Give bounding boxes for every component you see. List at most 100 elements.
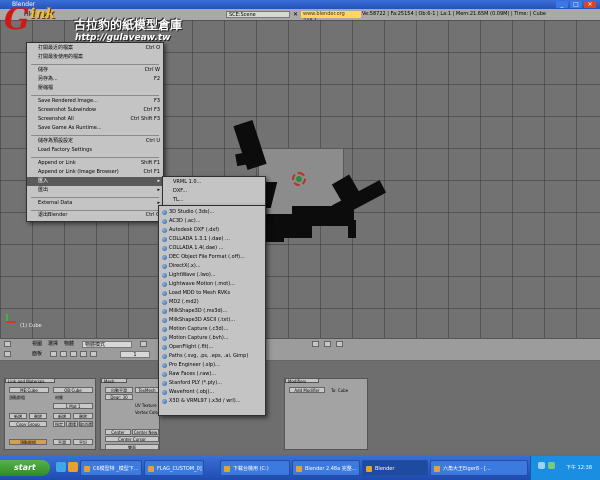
menu-view[interactable]: 視圖 bbox=[32, 339, 42, 349]
import-script-item[interactable]: OpenFlight (.flt)... bbox=[159, 343, 265, 352]
ie-icon[interactable] bbox=[56, 462, 66, 472]
menu-item-append-link[interactable]: Append or Link Shift F1 bbox=[27, 159, 163, 168]
menu-item-external-data[interactable]: External Data ▸ bbox=[27, 199, 163, 208]
maximize-icon[interactable]: □ bbox=[570, 1, 582, 8]
close-icon[interactable]: ✕ bbox=[584, 1, 596, 8]
import-script-item[interactable]: Raw Faces (.raw)... bbox=[159, 370, 265, 379]
import-script-item[interactable]: Wavefront (.obj)... bbox=[159, 388, 265, 397]
minimize-icon[interactable]: _ bbox=[556, 1, 568, 8]
menu-item-save-rendered-image[interactable]: Save Rendered Image... F3 bbox=[27, 97, 163, 106]
taskbar-item[interactable]: Blender 2.48a 完整... bbox=[292, 460, 360, 476]
blender-url[interactable]: www.blender.org 248.1 bbox=[301, 11, 361, 24]
menu-item-export[interactable]: 匯出 ▸ bbox=[27, 186, 163, 195]
object-icon[interactable] bbox=[80, 351, 87, 357]
import-script-item[interactable]: LightWave (.lwo)... bbox=[159, 271, 265, 280]
menu-item-save-default[interactable]: 儲存為預設設定 Ctrl U bbox=[27, 137, 163, 146]
import-script-item[interactable]: COLLADA 1.4(.dae) ... bbox=[159, 244, 265, 253]
draw-type-icon[interactable] bbox=[140, 341, 147, 347]
render-icon[interactable] bbox=[324, 341, 331, 347]
mode-selector[interactable]: 物體模式 bbox=[82, 341, 132, 348]
panel-tab[interactable]: Link and Materials bbox=[5, 378, 55, 384]
menu-object[interactable]: 物體 bbox=[64, 339, 74, 349]
set-solid-button[interactable]: 平坦 bbox=[73, 439, 93, 445]
taskbar-item[interactable]: C6模型特 _模型下... bbox=[80, 460, 142, 476]
import-script-item[interactable]: Paths (.svg, .ps, .eps, .ai, Gimp) bbox=[159, 352, 265, 361]
folder-icon[interactable] bbox=[68, 462, 78, 472]
scene-selector[interactable]: SCE:Scene bbox=[226, 11, 290, 18]
editor-type-icon[interactable] bbox=[4, 351, 11, 357]
editing-icon[interactable] bbox=[90, 351, 97, 357]
copy-group-button[interactable]: Copy Group bbox=[9, 421, 47, 427]
import-script-item[interactable]: MilkShape3D ASCII (.txt)... bbox=[159, 316, 265, 325]
assign-button[interactable]: 指定 bbox=[53, 421, 65, 427]
menu-item-screenshot-subwindow[interactable]: Screenshot Subwindow Ctrl F3 bbox=[27, 106, 163, 115]
menu-item-quit[interactable]: 退出Blender Ctrl Q bbox=[27, 211, 163, 220]
import-dxf[interactable]: DXF... bbox=[163, 187, 265, 196]
editor-type-icon[interactable] bbox=[4, 341, 11, 347]
add-modifier-button[interactable]: Add Modifier bbox=[289, 387, 325, 393]
menu-item-save-as[interactable]: 另存為... F2 bbox=[27, 75, 163, 84]
vgroup-new-button[interactable]: 新增 bbox=[9, 413, 27, 419]
script-icon[interactable] bbox=[60, 351, 67, 357]
material-delete-button[interactable]: 刪除 bbox=[73, 413, 93, 419]
panel-tab[interactable]: Mesh bbox=[101, 378, 127, 384]
import-vrml[interactable]: VRML 1.0... bbox=[163, 178, 265, 187]
material-new-button[interactable]: 新增 bbox=[53, 413, 71, 419]
deselect-button[interactable]: 取消選擇 bbox=[79, 421, 93, 427]
import-script-item[interactable]: Pro Engineer (.slp)... bbox=[159, 361, 265, 370]
shading-icon[interactable] bbox=[70, 351, 77, 357]
vgroup-delete-button[interactable]: 刪除 bbox=[29, 413, 47, 419]
taskbar-item-active[interactable]: Blender bbox=[362, 460, 428, 476]
panel-tab[interactable]: Modifiers bbox=[285, 378, 319, 384]
menu-select[interactable]: 選擇 bbox=[48, 339, 58, 349]
menu-item-load-factory[interactable]: Load Factory Settings bbox=[27, 146, 163, 155]
auto-smooth-toggle[interactable]: 自動平滑 bbox=[105, 387, 133, 393]
menu-item-save[interactable]: 儲存 Ctrl W bbox=[27, 66, 163, 75]
menu-item-open-last[interactable]: 打開最後使用的檔案 bbox=[27, 53, 163, 62]
import-script-item[interactable]: DEC Object File Format (.off)... bbox=[159, 253, 265, 262]
tray-icon[interactable] bbox=[548, 462, 555, 469]
logic-icon[interactable] bbox=[50, 351, 57, 357]
double-sided-button[interactable]: 雙面 bbox=[105, 444, 159, 450]
menu-item-compress[interactable]: 壓縮檔 bbox=[27, 84, 163, 93]
material-slot[interactable]: 1 Mat 1 bbox=[53, 403, 93, 409]
import-script-item[interactable]: AC3D (.ac)... bbox=[159, 217, 265, 226]
import-stl[interactable]: TL... bbox=[163, 196, 265, 205]
object-datablock[interactable]: OB:Cube bbox=[53, 387, 93, 393]
menu-item-save-runtime[interactable]: Save Game As Runtime... bbox=[27, 124, 163, 133]
center-button[interactable]: Center bbox=[105, 429, 131, 435]
set-smooth-button[interactable]: 平滑 bbox=[53, 439, 71, 445]
taskbar-item[interactable]: FLAG_CUSTOM_0] bbox=[144, 460, 204, 476]
select-button[interactable]: 選擇 bbox=[66, 421, 78, 427]
import-script-item[interactable]: X3D & VRML97 (.x3d / wrl)... bbox=[159, 397, 265, 406]
menu-item-screenshot-all[interactable]: Screenshot All Ctrl Shift F3 bbox=[27, 115, 163, 124]
auto-texspace-button[interactable]: 頂點群組 bbox=[9, 439, 47, 445]
import-script-item[interactable]: DirectX(.x)... bbox=[159, 262, 265, 271]
center-new-button[interactable]: Center New bbox=[132, 429, 159, 435]
import-script-item[interactable]: Motion Capture (.c3d)... bbox=[159, 325, 265, 334]
start-button[interactable]: start bbox=[0, 460, 50, 476]
import-script-item[interactable]: Autodesk DXF (.dxf) bbox=[159, 226, 265, 235]
import-script-item[interactable]: Stanford PLY (*.ply)... bbox=[159, 379, 265, 388]
center-cursor-button[interactable]: Center Cursor bbox=[105, 436, 159, 442]
frame-field[interactable]: 1 bbox=[120, 351, 150, 358]
import-script-item[interactable]: MD2 (.md2) bbox=[159, 298, 265, 307]
degree-field[interactable]: Degr: 30 bbox=[105, 394, 133, 400]
camera-icon[interactable] bbox=[336, 341, 343, 347]
import-script-item[interactable]: Motion Capture (.bvh)... bbox=[159, 334, 265, 343]
import-script-item[interactable]: Load MDD to Mesh RVKs bbox=[159, 289, 265, 298]
texmesh-field[interactable]: TexMesh bbox=[135, 387, 159, 393]
import-script-item[interactable]: Lightwave Motion (.mot)... bbox=[159, 280, 265, 289]
menu-item-append-link-browser[interactable]: Append or Link (Image Browser) Ctrl F1 bbox=[27, 168, 163, 177]
taskbar-item[interactable]: 下載台機用 (C:) bbox=[220, 460, 290, 476]
menu-panels[interactable]: 面板 bbox=[32, 349, 42, 359]
import-script-item[interactable]: MilkShape3D (.ms3d)... bbox=[159, 307, 265, 316]
lock-icon[interactable] bbox=[312, 341, 319, 347]
tray-icon[interactable] bbox=[538, 462, 545, 469]
mesh-datablock[interactable]: ME:Cube bbox=[9, 387, 49, 393]
import-script-item[interactable]: 3D Studio (.3ds)... bbox=[159, 208, 265, 217]
import-script-item[interactable]: COLLADA 1.3.1 (.dae) ... bbox=[159, 235, 265, 244]
menu-item-import[interactable]: 匯入 ▸ bbox=[27, 177, 163, 186]
taskbar-item[interactable]: 六角大王Eiger8 - [... bbox=[430, 460, 528, 476]
scene-delete-icon[interactable]: ✕ bbox=[292, 11, 299, 18]
